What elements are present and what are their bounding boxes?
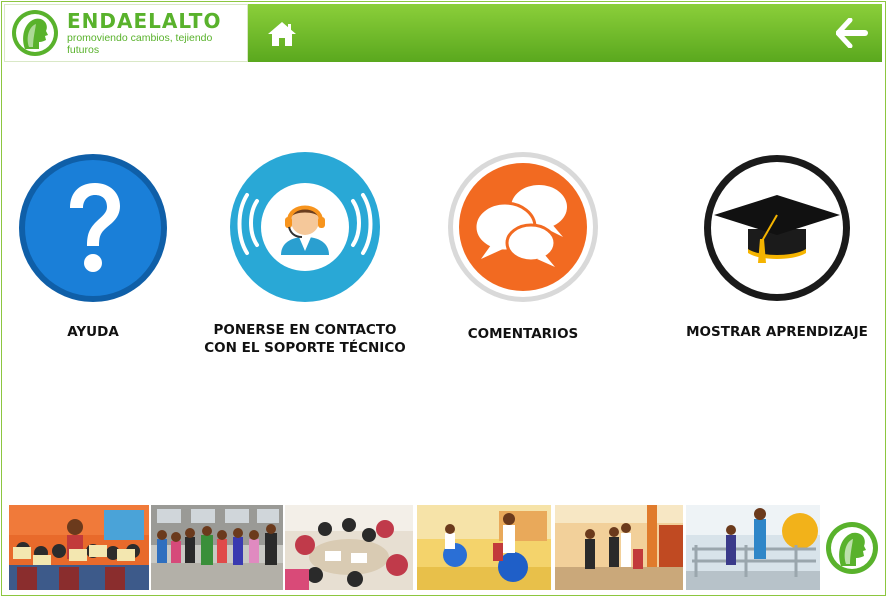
children-drawing-photo (285, 505, 413, 590)
home-icon[interactable] (266, 20, 298, 48)
support-agent-icon (230, 152, 380, 302)
question-mark-icon (19, 154, 167, 302)
help-label: AYUDA (67, 324, 119, 340)
brand-name: ENDAELALTO (67, 9, 222, 33)
hallway-visit-photo (555, 505, 683, 590)
chat-bubbles-icon (448, 152, 598, 302)
top-bar (248, 4, 882, 62)
face-profile-logo-icon (826, 522, 878, 574)
contact-support-button[interactable]: PONERSE EN CONTACTO CON EL SOPORTE TÉCNI… (195, 151, 415, 357)
therapy-balls-photo (417, 505, 551, 590)
group-children-photo (9, 505, 149, 590)
physiotherapy-room-photo (686, 505, 820, 590)
comments-label: COMENTARIOS (467, 326, 579, 342)
show-learning-button[interactable]: MOSTRAR APRENDIZAJE (680, 153, 874, 341)
children-dancing-photo (151, 505, 283, 590)
show-learning-label: MOSTRAR APRENDIZAJE (686, 324, 868, 340)
arrow-left-icon[interactable] (835, 17, 868, 49)
comments-button[interactable]: COMENTARIOS (433, 151, 613, 343)
help-button[interactable]: AYUDA (4, 153, 182, 341)
face-profile-logo-icon (11, 9, 59, 57)
contact-support-label: PONERSE EN CONTACTO CON EL SOPORTE TÉCNI… (204, 322, 406, 356)
brand-tagline: promoviendo cambios, tejiendo futuros (67, 32, 213, 56)
graduation-cap-icon (704, 155, 850, 301)
brand-logo: ENDAELALTO promoviendo cambios, tejiendo… (4, 4, 248, 62)
